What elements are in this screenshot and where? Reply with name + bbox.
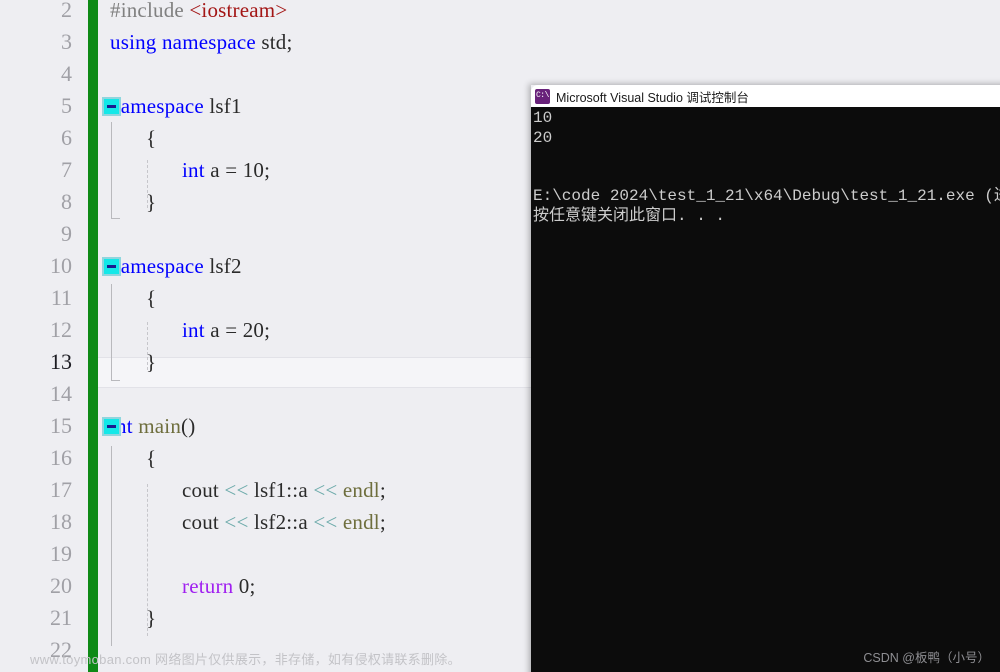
- code-line-text: cout << lsf1::a << endl;: [182, 474, 386, 506]
- console-output-area[interactable]: 1020 E:\code 2024\test_1_21\x64\Debug\te…: [531, 107, 1000, 672]
- code-line-text: }: [146, 602, 156, 634]
- code-line-text: int a = 20;: [182, 314, 270, 346]
- code-token: {: [146, 286, 156, 310]
- site-watermark: www.toymoban.com 网络图片仅供展示，非存储，如有侵权请联系删除。: [30, 649, 461, 668]
- code-token: std;: [256, 30, 293, 54]
- code-token: ;: [380, 478, 386, 502]
- line-number: 13: [0, 346, 72, 378]
- code-token: <<: [224, 510, 248, 534]
- console-app-icon-glyph: C:\: [536, 90, 549, 102]
- console-output-line: [533, 168, 1000, 188]
- csdn-author-watermark: CSDN @板鸭（小号）: [863, 647, 990, 666]
- line-number: 21: [0, 602, 72, 634]
- console-output-line: 20: [533, 129, 1000, 149]
- code-token: }: [146, 606, 156, 630]
- code-token: ;: [380, 510, 386, 534]
- code-token: <<: [224, 478, 248, 502]
- console-output-line: [533, 148, 1000, 168]
- code-token: {: [146, 446, 156, 470]
- line-number: 6: [0, 122, 72, 154]
- console-window-title: Microsoft Visual Studio 调试控制台: [556, 87, 749, 106]
- code-token: endl: [343, 510, 380, 534]
- line-number: 16: [0, 442, 72, 474]
- line-number: 10: [0, 250, 72, 282]
- code-token: <<: [313, 510, 337, 534]
- console-app-icon: C:\: [535, 89, 550, 104]
- code-token: 10: [243, 158, 264, 182]
- line-number: 11: [0, 282, 72, 314]
- code-token: lsf2: [204, 254, 242, 278]
- code-token: {: [146, 126, 156, 150]
- code-token: 0: [239, 574, 250, 598]
- line-number: 7: [0, 154, 72, 186]
- code-token: ;: [264, 158, 270, 182]
- code-token: }: [146, 350, 156, 374]
- code-line[interactable]: 2 #include <iostream>: [0, 0, 1000, 26]
- code-token: namespace: [110, 94, 204, 118]
- code-token: (): [181, 414, 195, 438]
- screenshot-root: 2 #include <iostream> 3 using namespace std…: [0, 0, 1000, 672]
- code-line-text: {: [146, 122, 156, 154]
- line-number: 14: [0, 378, 72, 410]
- code-token: namespace: [162, 30, 256, 54]
- collapse-region-icon[interactable]: [102, 97, 121, 116]
- code-token: int: [182, 318, 205, 342]
- code-token: }: [146, 190, 156, 214]
- code-token: main: [138, 414, 181, 438]
- line-number: 17: [0, 474, 72, 506]
- code-token: a =: [205, 158, 243, 182]
- code-line-text: namespace lsf2: [110, 250, 242, 282]
- line-number: 2: [0, 0, 72, 26]
- console-line-list: 1020 E:\code 2024\test_1_21\x64\Debug\te…: [533, 109, 1000, 226]
- code-line-text: using namespace std;: [110, 26, 292, 58]
- line-number: 9: [0, 218, 72, 250]
- code-line[interactable]: 3 using namespace std;: [0, 26, 1000, 58]
- code-line-text: #include <iostream>: [110, 0, 287, 26]
- debug-console-window[interactable]: C:\ Microsoft Visual Studio 调试控制台 1020 E…: [531, 85, 1000, 672]
- code-line-text: cout << lsf2::a << endl;: [182, 506, 386, 538]
- code-line-text: namespace lsf1: [110, 90, 242, 122]
- code-token: cout: [182, 478, 219, 502]
- line-number: 8: [0, 186, 72, 218]
- code-token: return: [182, 574, 233, 598]
- code-token: <iostream>: [189, 0, 287, 22]
- code-line-text: {: [146, 282, 156, 314]
- console-output-line: E:\code 2024\test_1_21\x64\Debug\test_1_…: [533, 187, 1000, 207]
- console-output-line: 10: [533, 109, 1000, 129]
- code-token: lsf1::a: [249, 478, 314, 502]
- line-number: 5: [0, 90, 72, 122]
- code-token: namespace: [110, 254, 204, 278]
- code-token: using: [110, 30, 157, 54]
- line-number: 4: [0, 58, 72, 90]
- collapse-region-icon[interactable]: [102, 417, 121, 436]
- code-token: #include: [110, 0, 189, 22]
- code-token: ;: [250, 574, 256, 598]
- code-line-text: }: [146, 186, 156, 218]
- code-token: int: [182, 158, 205, 182]
- code-token: lsf1: [204, 94, 242, 118]
- code-token: endl: [343, 478, 380, 502]
- code-token: a =: [205, 318, 243, 342]
- line-number: 20: [0, 570, 72, 602]
- code-token: lsf2::a: [249, 510, 314, 534]
- code-line-text: return 0;: [182, 570, 256, 602]
- line-number: 19: [0, 538, 72, 570]
- line-number: 18: [0, 506, 72, 538]
- line-number: 12: [0, 314, 72, 346]
- line-number: 15: [0, 410, 72, 442]
- console-title-bar[interactable]: C:\ Microsoft Visual Studio 调试控制台: [531, 85, 1000, 107]
- code-token: <<: [313, 478, 337, 502]
- code-line-text: int main(): [110, 410, 195, 442]
- code-token: cout: [182, 510, 219, 534]
- code-token: 20: [243, 318, 264, 342]
- code-line-text: int a = 10;: [182, 154, 270, 186]
- code-line-text: }: [146, 346, 156, 378]
- line-number: 3: [0, 26, 72, 58]
- console-output-line: 按任意键关闭此窗口. . .: [533, 207, 1000, 227]
- code-token: ;: [264, 318, 270, 342]
- code-line-text: {: [146, 442, 156, 474]
- collapse-region-icon[interactable]: [102, 257, 121, 276]
